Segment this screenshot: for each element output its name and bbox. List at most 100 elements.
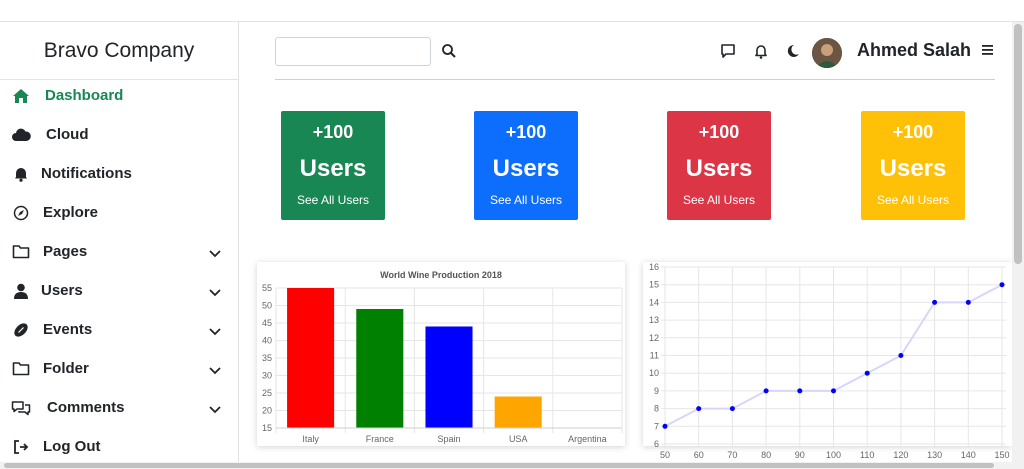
line-chart-card: 6 7 8 9 10 11 12 13 14 15 16 50 60 70 80 90 100 110 120 130… (643, 262, 1012, 460)
stat-card: +100 Users See All Users (474, 111, 578, 220)
chevron-down-icon[interactable] (209, 362, 221, 379)
search-icon[interactable] (441, 43, 457, 59)
sidebar-item-events[interactable]: Events (0, 310, 239, 349)
x-tick-label: Spain (437, 434, 460, 444)
x-tick-label: 90 (795, 450, 805, 460)
sidebar-item-explore[interactable]: Explore (0, 193, 239, 232)
y-tick-label: 8 (654, 404, 659, 414)
user-icon (11, 281, 31, 301)
x-tick-label: 110 (860, 450, 874, 460)
search-input[interactable] (275, 37, 431, 66)
x-tick-label: 70 (727, 450, 737, 460)
chevron-down-icon[interactable] (209, 323, 221, 340)
top-strip (0, 0, 1024, 22)
sidebar-item-pages[interactable]: Pages (0, 232, 239, 271)
cloud-icon (11, 125, 31, 145)
data-point (999, 282, 1005, 288)
y-tick-label: 11 (650, 351, 659, 361)
y-tick-label: 15 (649, 280, 659, 290)
stat-title: Users (492, 155, 560, 182)
x-tick-label: 130 (927, 450, 942, 460)
see-all-users-link[interactable]: See All Users (281, 193, 385, 207)
y-tick-label: 13 (649, 315, 659, 325)
sidebar-item-users[interactable]: Users (0, 271, 239, 310)
header-divider (275, 79, 995, 80)
stat-title: Users (879, 155, 947, 182)
stat-number: +100 (505, 122, 547, 142)
folder-icon (11, 242, 31, 262)
x-tick-label: France (366, 434, 394, 444)
avatar[interactable] (812, 38, 842, 68)
data-point (696, 406, 702, 412)
data-point (898, 353, 904, 358)
bar-italy (287, 288, 335, 428)
line-chart: 6 7 8 9 10 11 12 13 14 15 16 50 60 70 80 90 100 110 120 130… (649, 262, 1010, 460)
y-tick-label: 25 (262, 388, 272, 398)
main-content: Ahmed Salah +100 Users See All Users +100 Us… (240, 22, 1012, 462)
home-icon (11, 86, 31, 106)
y-tick-label: 16 (649, 262, 659, 272)
bar-france (356, 309, 404, 428)
sidebar-item-log-out[interactable]: Log Out (0, 427, 239, 466)
y-tick-label: 14 (649, 297, 659, 307)
sidebar-item-label: Explore (43, 204, 99, 221)
data-point (831, 388, 836, 394)
see-all-users-link[interactable]: See All Users (474, 193, 578, 207)
sidebar-item-folder[interactable]: Folder (0, 349, 239, 388)
moon-icon[interactable] (783, 42, 801, 60)
vertical-scroll-thumb[interactable] (1014, 24, 1022, 264)
y-tick-label: 55 (262, 283, 272, 293)
y-tick-label: 12 (649, 333, 659, 343)
chevron-down-icon[interactable] (209, 245, 221, 262)
data-point (965, 299, 971, 305)
y-tick-label: 45 (262, 318, 272, 328)
sidebar-item-label: Log Out (43, 438, 101, 455)
sidebar-item-cloud[interactable]: Cloud (0, 115, 239, 154)
menu-icon[interactable] (981, 43, 999, 61)
chart-title: World Wine Production 2018 (380, 270, 502, 280)
vertical-scrollbar[interactable] (1012, 22, 1024, 462)
horizontal-scrollbar[interactable] (0, 462, 1024, 469)
y-tick-label: 35 (262, 353, 272, 363)
stat-number: +100 (698, 122, 740, 142)
bell-icon[interactable] (752, 42, 770, 60)
data-point (932, 299, 938, 305)
chevron-down-icon[interactable] (209, 284, 221, 301)
y-tick-label: 30 (262, 371, 272, 381)
bell-icon (11, 164, 31, 184)
see-all-users-link[interactable]: See All Users (667, 193, 771, 207)
data-point (763, 388, 769, 394)
sidebar-item-label: Folder (43, 360, 89, 377)
x-tick-label: 60 (694, 450, 704, 460)
sidebar-item-dashboard[interactable]: Dashboard (0, 76, 239, 115)
data-point (662, 423, 668, 429)
sidebar-item-comments[interactable]: Comments (0, 388, 239, 427)
user-name: Ahmed Salah (857, 40, 972, 60)
x-tick-label: Argentina (568, 434, 607, 444)
stat-title: Users (299, 155, 367, 182)
y-tick-label: 10 (649, 368, 659, 378)
bar-chart-card: World Wine Production 2018 15 20 25 30 35 40 45… (257, 262, 625, 446)
message-icon[interactable] (719, 42, 737, 60)
x-tick-label: USA (509, 434, 528, 444)
sidebar: Bravo Company Dashboard Cloud Notification… (0, 22, 239, 462)
sidebar-item-label: Cloud (46, 126, 89, 143)
chevron-down-icon[interactable] (209, 401, 221, 418)
y-tick-label: 6 (654, 439, 659, 449)
sidebar-item-notifications[interactable]: Notifications (0, 154, 239, 193)
horizontal-scroll-thumb[interactable] (4, 463, 994, 468)
data-point (797, 388, 803, 394)
sidebar-item-label: Pages (43, 243, 88, 260)
sidebar-item-label: Users (41, 282, 83, 299)
stat-card: +100 Users See All Users (861, 111, 965, 220)
stat-title: Users (685, 155, 753, 182)
data-point (864, 370, 870, 376)
x-tick-label: 80 (761, 450, 771, 460)
brand-title: Bravo Company (0, 22, 238, 80)
y-tick-label: 9 (654, 386, 659, 396)
logout-icon (11, 437, 31, 457)
x-tick-label: 50 (660, 450, 670, 460)
x-tick-label: 120 (893, 450, 908, 460)
see-all-users-link[interactable]: See All Users (861, 193, 965, 207)
stat-number: +100 (892, 122, 934, 142)
